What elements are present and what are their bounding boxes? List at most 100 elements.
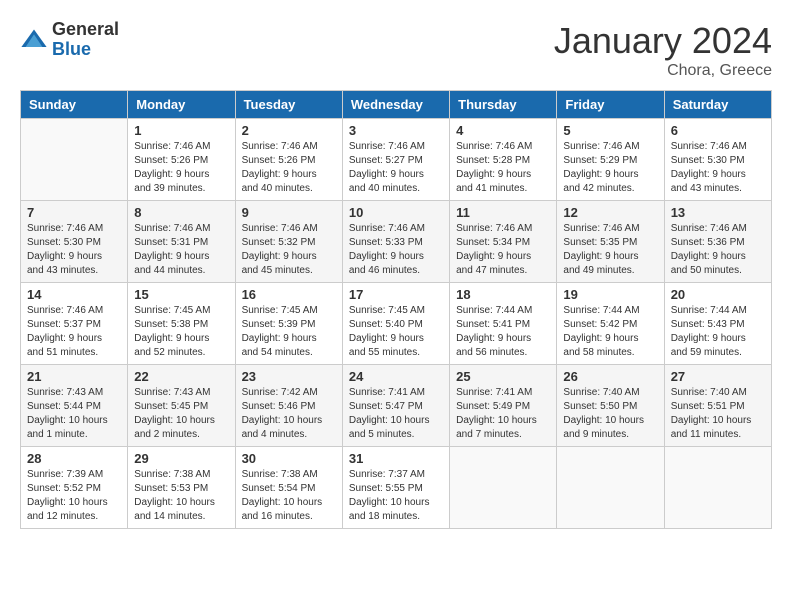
day-info: Sunrise: 7:45 AMSunset: 5:38 PMDaylight:… xyxy=(134,304,228,360)
day-info: Sunrise: 7:46 AMSunset: 5:33 PMDaylight:… xyxy=(349,222,443,278)
day-number: 3 xyxy=(349,123,443,138)
day-number: 8 xyxy=(134,205,228,220)
week-row-4: 21 Sunrise: 7:43 AMSunset: 5:44 PMDayligh… xyxy=(21,365,772,447)
week-row-3: 14 Sunrise: 7:46 AMSunset: 5:37 PMDayligh… xyxy=(21,283,772,365)
day-number: 17 xyxy=(349,287,443,302)
day-cell: 18 Sunrise: 7:44 AMSunset: 5:41 PMDayligh… xyxy=(450,283,557,365)
week-row-5: 28 Sunrise: 7:39 AMSunset: 5:52 PMDayligh… xyxy=(21,447,772,529)
day-info: Sunrise: 7:46 AMSunset: 5:26 PMDaylight:… xyxy=(242,140,336,196)
day-number: 10 xyxy=(349,205,443,220)
day-info: Sunrise: 7:44 AMSunset: 5:41 PMDaylight:… xyxy=(456,304,550,360)
day-info: Sunrise: 7:42 AMSunset: 5:46 PMDaylight:… xyxy=(242,386,336,442)
page-header: General Blue January 2024 Chora, Greece xyxy=(20,20,772,80)
day-info: Sunrise: 7:41 AMSunset: 5:49 PMDaylight:… xyxy=(456,386,550,442)
day-info: Sunrise: 7:46 AMSunset: 5:27 PMDaylight:… xyxy=(349,140,443,196)
day-cell: 24Sunrise: 7:41 AMSunset: 5:47 PMDayligh… xyxy=(342,365,449,447)
day-cell: 20 Sunrise: 7:44 AMSunset: 5:43 PMDayligh… xyxy=(664,283,771,365)
day-number: 13 xyxy=(671,205,765,220)
day-cell: 16Sunrise: 7:45 AMSunset: 5:39 PMDayligh… xyxy=(235,283,342,365)
day-number: 22 xyxy=(134,369,228,384)
day-cell xyxy=(664,447,771,529)
day-cell: 2 Sunrise: 7:46 AMSunset: 5:26 PMDaylight… xyxy=(235,119,342,201)
day-info: Sunrise: 7:44 AMSunset: 5:43 PMDaylight:… xyxy=(671,304,765,360)
day-info: Sunrise: 7:46 AMSunset: 5:26 PMDaylight:… xyxy=(134,140,228,196)
calendar-table: Sunday Monday Tuesday Wednesday Thursday… xyxy=(20,90,772,529)
day-cell: 14 Sunrise: 7:46 AMSunset: 5:37 PMDayligh… xyxy=(21,283,128,365)
day-cell: 7 Sunrise: 7:46 AMSunset: 5:30 PMDaylight… xyxy=(21,201,128,283)
day-cell: 26Sunrise: 7:40 AMSunset: 5:50 PMDayligh… xyxy=(557,365,664,447)
day-cell: 6 Sunrise: 7:46 AMSunset: 5:30 PMDaylight… xyxy=(664,119,771,201)
day-number: 1 xyxy=(134,123,228,138)
day-info: Sunrise: 7:44 AMSunset: 5:42 PMDaylight:… xyxy=(563,304,657,360)
day-number: 21 xyxy=(27,369,121,384)
day-cell: 29 Sunrise: 7:38 AMSunset: 5:53 PMDayligh… xyxy=(128,447,235,529)
day-info: Sunrise: 7:43 AMSunset: 5:44 PMDaylight:… xyxy=(27,386,121,442)
day-cell: 15 Sunrise: 7:45 AMSunset: 5:38 PMDayligh… xyxy=(128,283,235,365)
day-info: Sunrise: 7:37 AMSunset: 5:55 PMDaylight:… xyxy=(349,468,443,524)
week-row-2: 7 Sunrise: 7:46 AMSunset: 5:30 PMDaylight… xyxy=(21,201,772,283)
day-info: Sunrise: 7:45 AMSunset: 5:40 PMDaylight:… xyxy=(349,304,443,360)
title-block: January 2024 Chora, Greece xyxy=(554,20,772,80)
logo: General Blue xyxy=(20,20,119,60)
day-cell: 13Sunrise: 7:46 AMSunset: 5:36 PMDayligh… xyxy=(664,201,771,283)
day-number: 25 xyxy=(456,369,550,384)
day-info: Sunrise: 7:41 AMSunset: 5:47 PMDaylight:… xyxy=(349,386,443,442)
day-info: Sunrise: 7:38 AMSunset: 5:53 PMDaylight:… xyxy=(134,468,228,524)
calendar-body: 1 Sunrise: 7:46 AMSunset: 5:26 PMDaylight… xyxy=(21,119,772,529)
day-number: 27 xyxy=(671,369,765,384)
day-info: Sunrise: 7:46 AMSunset: 5:31 PMDaylight:… xyxy=(134,222,228,278)
day-cell: 23 Sunrise: 7:42 AMSunset: 5:46 PMDayligh… xyxy=(235,365,342,447)
day-cell: 25 Sunrise: 7:41 AMSunset: 5:49 PMDayligh… xyxy=(450,365,557,447)
day-cell: 30Sunrise: 7:38 AMSunset: 5:54 PMDayligh… xyxy=(235,447,342,529)
day-cell: 10 Sunrise: 7:46 AMSunset: 5:33 PMDayligh… xyxy=(342,201,449,283)
calendar-title: January 2024 xyxy=(554,20,772,62)
day-cell: 8 Sunrise: 7:46 AMSunset: 5:31 PMDaylight… xyxy=(128,201,235,283)
day-info: Sunrise: 7:46 AMSunset: 5:29 PMDaylight:… xyxy=(563,140,657,196)
day-info: Sunrise: 7:46 AMSunset: 5:35 PMDaylight:… xyxy=(563,222,657,278)
day-info: Sunrise: 7:46 AMSunset: 5:28 PMDaylight:… xyxy=(456,140,550,196)
day-cell: 12 Sunrise: 7:46 AMSunset: 5:35 PMDayligh… xyxy=(557,201,664,283)
day-number: 18 xyxy=(456,287,550,302)
day-cell xyxy=(450,447,557,529)
day-number: 29 xyxy=(134,451,228,466)
calendar-subtitle: Chora, Greece xyxy=(554,62,772,80)
day-cell: 1 Sunrise: 7:46 AMSunset: 5:26 PMDaylight… xyxy=(128,119,235,201)
day-cell: 3 Sunrise: 7:46 AMSunset: 5:27 PMDaylight… xyxy=(342,119,449,201)
day-cell: 19 Sunrise: 7:44 AMSunset: 5:42 PMDayligh… xyxy=(557,283,664,365)
day-number: 6 xyxy=(671,123,765,138)
day-cell: 28 Sunrise: 7:39 AMSunset: 5:52 PMDayligh… xyxy=(21,447,128,529)
calendar-header: Sunday Monday Tuesday Wednesday Thursday… xyxy=(21,91,772,119)
col-thursday: Thursday xyxy=(450,91,557,119)
day-cell xyxy=(21,119,128,201)
col-monday: Monday xyxy=(128,91,235,119)
day-number: 12 xyxy=(563,205,657,220)
day-number: 28 xyxy=(27,451,121,466)
day-info: Sunrise: 7:46 AMSunset: 5:34 PMDaylight:… xyxy=(456,222,550,278)
logo-icon xyxy=(20,26,48,54)
col-friday: Friday xyxy=(557,91,664,119)
day-number: 15 xyxy=(134,287,228,302)
day-number: 9 xyxy=(242,205,336,220)
col-wednesday: Wednesday xyxy=(342,91,449,119)
day-info: Sunrise: 7:46 AMSunset: 5:30 PMDaylight:… xyxy=(671,140,765,196)
day-info: Sunrise: 7:46 AMSunset: 5:30 PMDaylight:… xyxy=(27,222,121,278)
day-number: 23 xyxy=(242,369,336,384)
header-row: Sunday Monday Tuesday Wednesday Thursday… xyxy=(21,91,772,119)
day-number: 31 xyxy=(349,451,443,466)
day-info: Sunrise: 7:46 AMSunset: 5:37 PMDaylight:… xyxy=(27,304,121,360)
day-number: 2 xyxy=(242,123,336,138)
week-row-1: 1 Sunrise: 7:46 AMSunset: 5:26 PMDaylight… xyxy=(21,119,772,201)
day-number: 20 xyxy=(671,287,765,302)
day-cell: 21 Sunrise: 7:43 AMSunset: 5:44 PMDayligh… xyxy=(21,365,128,447)
day-number: 19 xyxy=(563,287,657,302)
day-number: 5 xyxy=(563,123,657,138)
day-number: 7 xyxy=(27,205,121,220)
day-cell: 11Sunrise: 7:46 AMSunset: 5:34 PMDayligh… xyxy=(450,201,557,283)
logo-text: General Blue xyxy=(52,20,119,60)
day-cell: 22Sunrise: 7:43 AMSunset: 5:45 PMDayligh… xyxy=(128,365,235,447)
day-number: 14 xyxy=(27,287,121,302)
day-cell: 9Sunrise: 7:46 AMSunset: 5:32 PMDaylight… xyxy=(235,201,342,283)
day-info: Sunrise: 7:40 AMSunset: 5:51 PMDaylight:… xyxy=(671,386,765,442)
day-info: Sunrise: 7:39 AMSunset: 5:52 PMDaylight:… xyxy=(27,468,121,524)
day-number: 16 xyxy=(242,287,336,302)
